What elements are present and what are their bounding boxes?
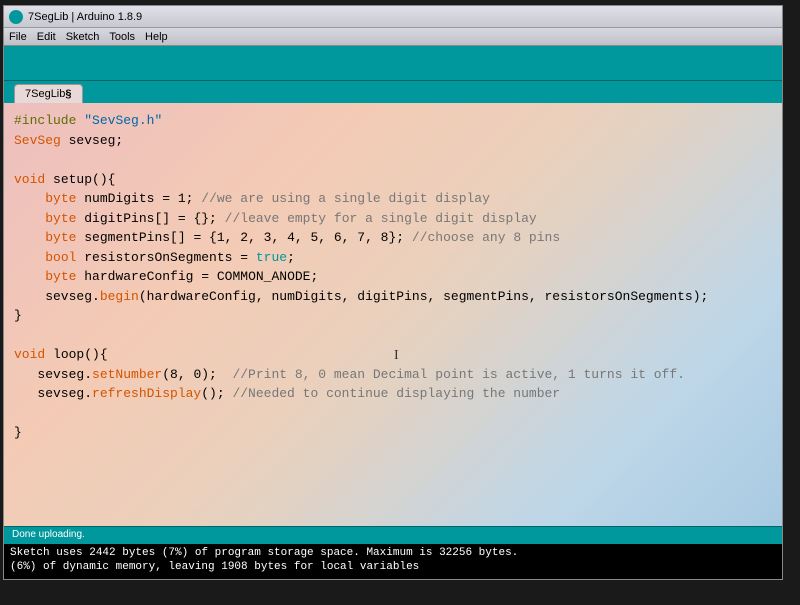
menu-tools[interactable]: Tools [109, 31, 135, 43]
code-token: bool [45, 250, 76, 265]
code-token: setup(){ [45, 172, 115, 187]
code-token: byte [45, 230, 76, 245]
code-token: segmentPins[] = {1, 2, 3, 4, 5, 6, 7, 8}… [76, 230, 411, 245]
code-editor[interactable]: #include "SevSeg.h" SevSeg sevseg; void … [4, 103, 782, 526]
code-token: resistorsOnSegments = [76, 250, 255, 265]
code-token: //Needed to continue displaying the numb… [232, 386, 560, 401]
code-token: //leave empty for a single digit display [225, 211, 537, 226]
sketch-tab[interactable]: 7SegLib§ [14, 84, 83, 103]
console-line: Sketch uses 2442 bytes (7%) of program s… [10, 546, 776, 560]
code-token: byte [45, 269, 76, 284]
arduino-icon [9, 10, 23, 24]
code-token: sevseg; [61, 133, 123, 148]
menu-file[interactable]: File [9, 31, 27, 43]
menu-help[interactable]: Help [145, 31, 168, 43]
code-token: SevSeg [14, 133, 61, 148]
code-token: loop(){ [45, 347, 107, 362]
code-token: begin [100, 289, 139, 304]
code-token: (8, 0); [162, 367, 232, 382]
console-line: (6%) of dynamic memory, leaving 1908 byt… [10, 560, 776, 574]
code-token: //choose any 8 pins [412, 230, 560, 245]
code-token: setNumber [92, 367, 162, 382]
arduino-ide-window: 7SegLib | Arduino 1.8.9 File Edit Sketch… [3, 5, 783, 580]
code-token: numDigits = 1; [76, 191, 201, 206]
toolbar [4, 46, 782, 81]
status-bar: Done uploading. [4, 526, 782, 544]
code-token: (); [201, 386, 232, 401]
code-token: refreshDisplay [92, 386, 201, 401]
code-token: digitPins[] = {}; [76, 211, 224, 226]
code-token: sevseg. [14, 386, 92, 401]
output-console[interactable]: Sketch uses 2442 bytes (7%) of program s… [4, 544, 782, 579]
code-token: sevseg. [14, 289, 100, 304]
code-token: byte [45, 211, 76, 226]
code-token: "SevSeg.h" [84, 113, 162, 128]
code-token: //we are using a single digit display [201, 191, 490, 206]
code-token: } [14, 425, 22, 440]
menu-sketch[interactable]: Sketch [66, 31, 100, 43]
status-text: Done uploading. [12, 529, 85, 540]
code-token: void [14, 347, 45, 362]
titlebar: 7SegLib | Arduino 1.8.9 [4, 6, 782, 28]
code-token: byte [45, 191, 76, 206]
code-token: } [14, 308, 22, 323]
code-token: #include [14, 113, 76, 128]
code-token: ; [287, 250, 295, 265]
menu-edit[interactable]: Edit [37, 31, 56, 43]
code-token: //Print 8, 0 mean Decimal point is activ… [232, 367, 684, 382]
tab-bar: 7SegLib§ [4, 81, 782, 103]
code-token: sevseg. [14, 367, 92, 382]
text-cursor-icon: I [394, 348, 399, 364]
tab-modified-marker: § [65, 88, 71, 100]
code-token: true [256, 250, 287, 265]
window-title: 7SegLib | Arduino 1.8.9 [28, 11, 142, 23]
code-token: hardwareConfig = COMMON_ANODE; [76, 269, 318, 284]
menubar: File Edit Sketch Tools Help [4, 28, 782, 46]
code-token: void [14, 172, 45, 187]
code-token: (hardwareConfig, numDigits, digitPins, s… [139, 289, 709, 304]
tab-label: 7SegLib [25, 88, 65, 100]
